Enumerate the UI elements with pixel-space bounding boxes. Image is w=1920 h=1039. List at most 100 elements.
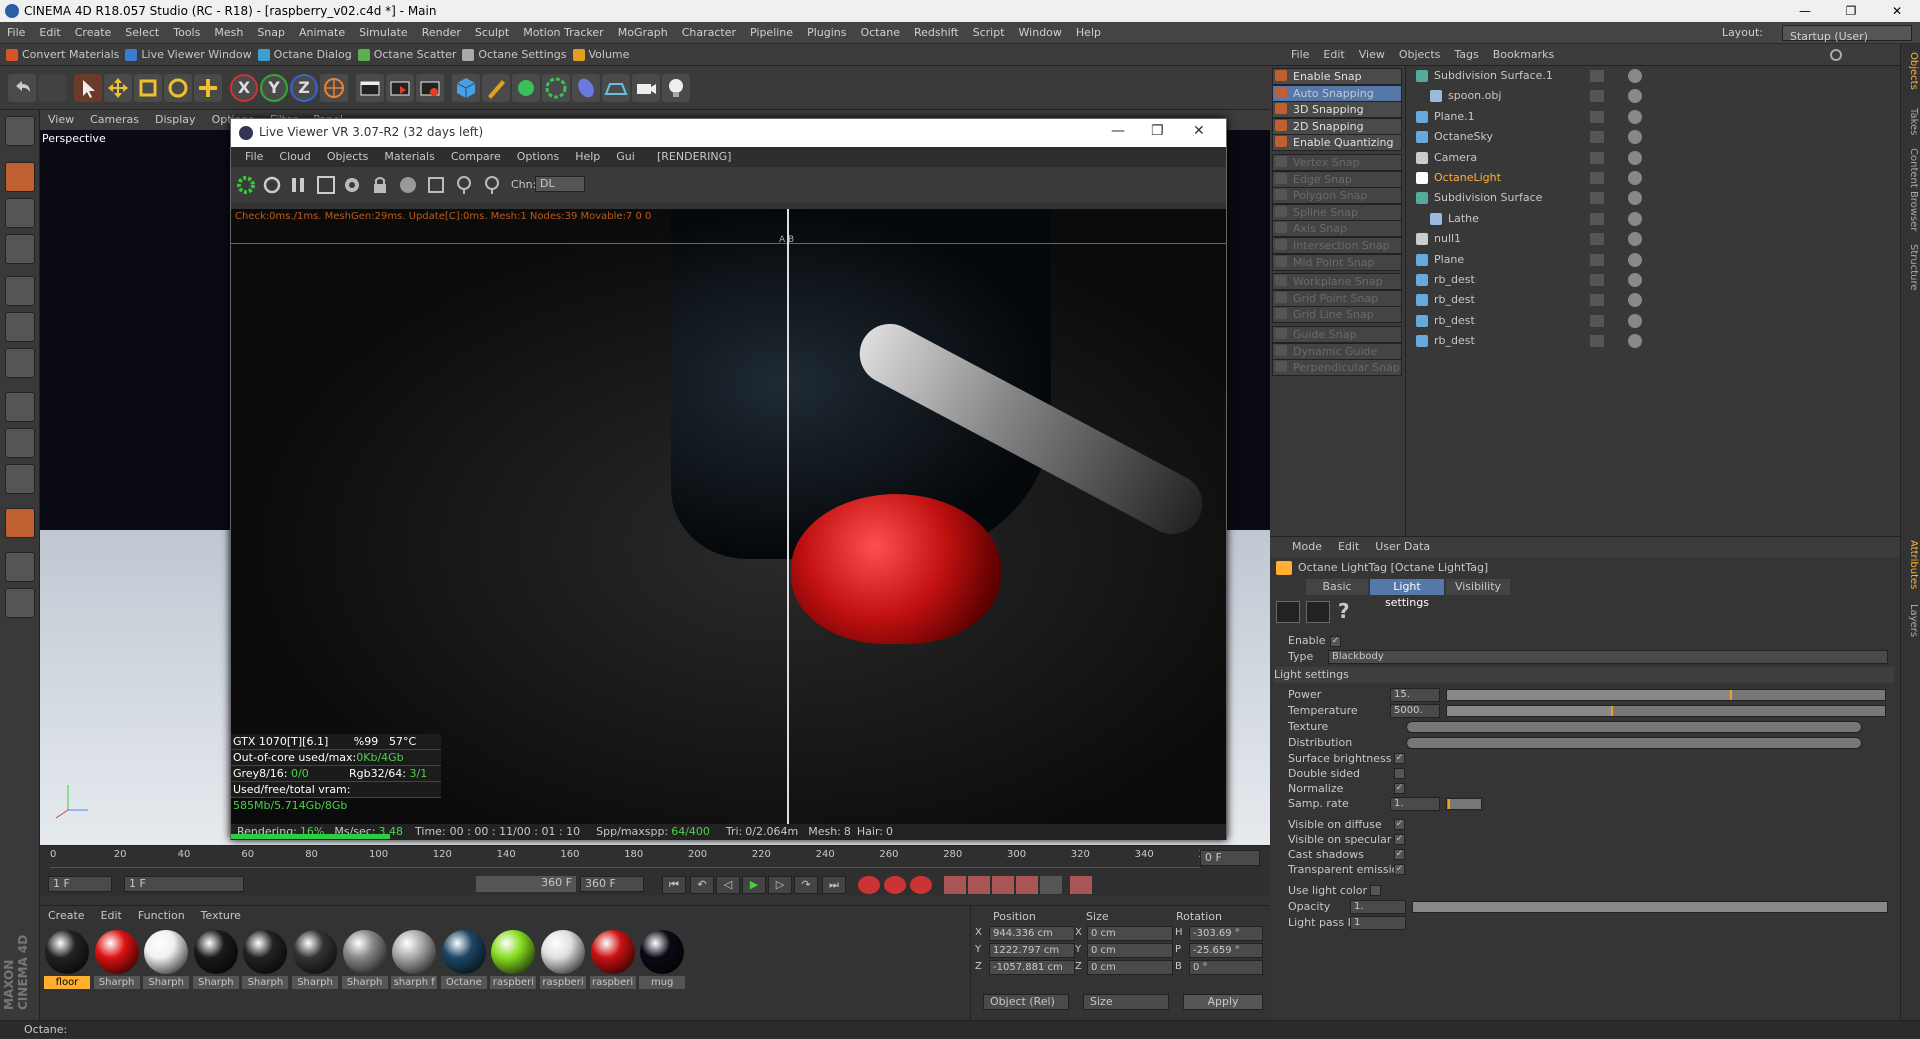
material-slot[interactable]: raspberi	[540, 930, 586, 989]
material-slot[interactable]: raspberi	[589, 930, 636, 989]
visibility-dots-icon[interactable]	[1590, 253, 1604, 266]
visibility-dots-icon[interactable]	[1590, 233, 1604, 246]
obj-menu-edit[interactable]: Edit	[1316, 44, 1351, 66]
attr-menu-edit[interactable]: Edit	[1330, 537, 1367, 557]
visibility-dots-icon[interactable]	[1590, 192, 1604, 205]
z-axis-icon[interactable]: Z	[290, 74, 318, 102]
points-mode-icon[interactable]	[5, 276, 35, 306]
menu-edit[interactable]: Edit	[32, 22, 67, 44]
visibility-dots-icon[interactable]	[1590, 70, 1604, 82]
lv-menu-compare[interactable]: Compare	[443, 147, 509, 167]
minimize-button[interactable]: —	[1782, 0, 1828, 22]
lv-menu-gui[interactable]: Gui	[608, 147, 643, 167]
vtab-content-browser[interactable]: Content Browser	[1903, 148, 1919, 231]
enable-checkbox[interactable]: ✓	[1330, 636, 1341, 647]
distribution-link[interactable]	[1406, 737, 1862, 749]
visibility-dots-icon[interactable]	[1590, 172, 1604, 184]
visibility-dots-icon[interactable]	[1590, 314, 1604, 327]
loop-icon[interactable]: ↷	[794, 876, 818, 894]
deformer-icon[interactable]	[572, 74, 600, 102]
snap-item[interactable]: 2D Snapping	[1272, 117, 1402, 135]
menu-pipeline[interactable]: Pipeline	[743, 22, 800, 44]
object-row[interactable]: Subdivision Surface.1	[1406, 66, 1900, 86]
snap-item[interactable]: Intersection Snap	[1272, 237, 1402, 254]
material-slot[interactable]: Octane	[440, 930, 487, 989]
viewport-menu-view[interactable]: View	[40, 110, 82, 130]
object-row[interactable]: rb_dest	[1406, 270, 1900, 290]
key-param-icon[interactable]	[1016, 876, 1038, 894]
opacity-slider[interactable]	[1412, 901, 1888, 913]
visibility-dots-icon[interactable]	[1590, 131, 1604, 144]
range-end-field[interactable]: 360 F	[476, 876, 576, 892]
key-position-icon[interactable]	[944, 876, 966, 894]
power-field[interactable]: 15.	[1390, 688, 1440, 702]
environment-icon[interactable]	[602, 74, 630, 102]
key-rotation-icon[interactable]	[992, 876, 1014, 894]
restart-icon[interactable]	[261, 174, 283, 196]
object-row[interactable]: Plane	[1406, 250, 1900, 270]
normalize-checkbox[interactable]: ✓	[1394, 783, 1405, 794]
plus-icon[interactable]	[194, 74, 222, 102]
snap-item[interactable]: Perpendicular Snap	[1272, 359, 1402, 377]
material-ball-icon[interactable]	[397, 174, 419, 196]
snap-item[interactable]: 3D Snapping	[1272, 101, 1402, 119]
object-tag-icon[interactable]	[1628, 69, 1642, 83]
material-slot[interactable]: mug	[639, 930, 686, 989]
texture-link[interactable]	[1406, 721, 1862, 733]
samp-rate-field[interactable]: 1.	[1390, 797, 1440, 811]
visibility-dots-icon[interactable]	[1590, 294, 1604, 307]
obj-menu-objects[interactable]: Objects	[1392, 44, 1448, 66]
workplane-icon[interactable]	[5, 234, 35, 264]
compare-split-line[interactable]	[787, 209, 789, 824]
menu-mesh[interactable]: Mesh	[207, 22, 250, 44]
axis-mode-icon[interactable]	[5, 392, 35, 422]
lv-menu-cloud[interactable]: Cloud	[271, 147, 318, 167]
object-tag-icon[interactable]	[1628, 293, 1642, 308]
lock-icon[interactable]	[369, 174, 391, 196]
object-tag-icon[interactable]	[1628, 150, 1642, 165]
tab-visibility[interactable]: Visibility	[1446, 579, 1510, 595]
object-row[interactable]: rb_dest	[1406, 311, 1900, 331]
menu-plugins[interactable]: Plugins	[800, 22, 853, 44]
layout-select[interactable]: Startup (User)	[1782, 25, 1912, 43]
render-settings-icon[interactable]	[416, 74, 444, 102]
material-slot[interactable]: Sharph	[93, 930, 140, 989]
visible-specular-checkbox[interactable]: ✓	[1394, 834, 1405, 845]
light-pass-id-field[interactable]: 1	[1350, 916, 1406, 930]
menu-render[interactable]: Render	[415, 22, 468, 44]
object-row[interactable]: Lathe	[1406, 209, 1900, 229]
live-viewer-window-button[interactable]: Live Viewer Window	[125, 44, 252, 66]
menu-redshift[interactable]: Redshift	[907, 22, 966, 44]
vtab-takes[interactable]: Takes	[1903, 108, 1919, 135]
volume-button[interactable]: Volume	[572, 44, 629, 66]
octane-dialog-button[interactable]: Octane Dialog	[257, 44, 352, 66]
viewport-menu-display[interactable]: Display	[147, 110, 204, 130]
tab-light-settings[interactable]: Light settings	[1370, 579, 1444, 609]
move-icon[interactable]	[104, 74, 132, 102]
maximize-button[interactable]: ❐	[1828, 0, 1874, 22]
mat-menu-edit[interactable]: Edit	[93, 906, 130, 926]
goto-end-icon[interactable]: ⏭	[822, 876, 846, 894]
help-icon[interactable]: ?	[1338, 599, 1350, 623]
coord-size-field[interactable]: 0 cm	[1087, 960, 1173, 975]
current-frame-field[interactable]: 0 F	[1200, 850, 1260, 866]
coord-system-icon[interactable]	[320, 74, 348, 102]
lv-close-button[interactable]: ✕	[1193, 123, 1205, 139]
coord-pos-field[interactable]: -1057.881 cm	[989, 960, 1075, 975]
render-picture-viewer-icon[interactable]	[386, 74, 414, 102]
object-row[interactable]: Camera	[1406, 148, 1900, 168]
octane-scatter-button[interactable]: Octane Scatter	[357, 44, 456, 66]
send-scene-icon[interactable]	[235, 174, 257, 196]
object-row[interactable]: spoon.obj	[1406, 86, 1900, 106]
range-start-field[interactable]: 1 F	[124, 876, 244, 892]
scale-icon[interactable]	[134, 74, 162, 102]
region-icon[interactable]	[315, 174, 337, 196]
attr-menu-mode[interactable]: Mode	[1284, 537, 1330, 557]
temperature-slider[interactable]	[1446, 705, 1886, 717]
redo-icon[interactable]	[38, 74, 66, 102]
use-light-color-checkbox[interactable]	[1370, 885, 1381, 896]
render-viewport[interactable]: A B Check:0ms./1ms. MeshGen:29ms. Update…	[231, 209, 1226, 824]
rotate-icon[interactable]	[164, 74, 192, 102]
visibility-dots-icon[interactable]	[1590, 212, 1604, 225]
menu-select[interactable]: Select	[118, 22, 166, 44]
